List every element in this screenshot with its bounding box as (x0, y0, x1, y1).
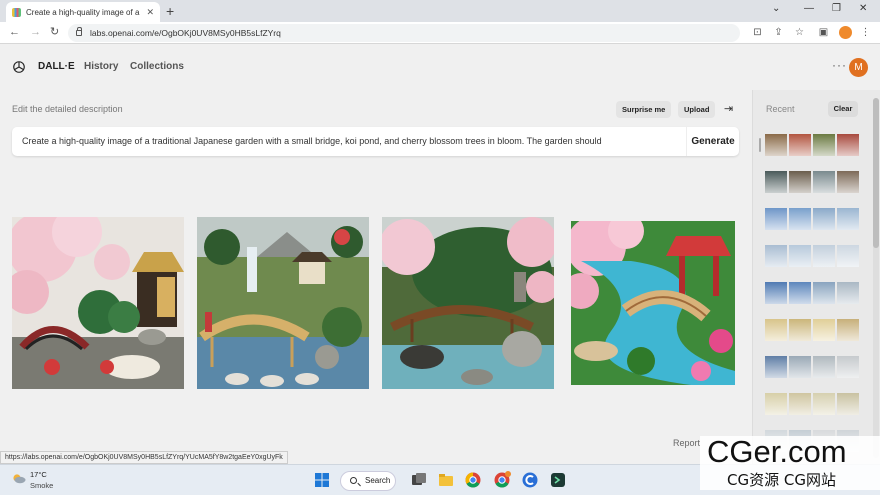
recent-thumbnail[interactable] (789, 319, 811, 341)
recent-thumbnail[interactable] (813, 208, 835, 230)
windows-start-icon[interactable] (313, 471, 331, 489)
chrome-icon[interactable] (464, 471, 482, 489)
search-icon (350, 477, 357, 484)
recent-thumbnail[interactable] (789, 245, 811, 267)
url-text: labs.openai.com/e/OgbOKj0UV8MSy0HB5sLfZY… (90, 28, 281, 38)
app-c-icon[interactable] (521, 471, 539, 489)
recent-thumbnail[interactable] (813, 319, 835, 341)
recent-thumbnail[interactable] (837, 208, 859, 230)
recent-thumbnail[interactable] (837, 134, 859, 156)
maximize-icon[interactable]: ❐ (832, 3, 841, 14)
weather-condition[interactable]: Smoke (30, 481, 53, 490)
recent-thumbnail[interactable] (789, 356, 811, 378)
edit-description-label: Edit the detailed description (12, 104, 123, 114)
url-field[interactable]: labs.openai.com/e/OgbOKj0UV8MSy0HB5sLfZY… (68, 24, 740, 42)
status-url-tooltip: https://labs.openai.com/e/OgbOKj0UV8MSy0… (0, 451, 288, 464)
openai-logo-icon (13, 61, 25, 73)
address-bar-row: ← → ↻ labs.openai.com/e/OgbOKj0UV8MSy0HB… (0, 22, 880, 44)
nav-collections[interactable]: Collections (130, 61, 184, 72)
surprise-me-button[interactable]: Surprise me (616, 101, 672, 118)
new-tab-button[interactable]: + (166, 3, 174, 19)
prompt-text[interactable]: Create a high-quality image of a traditi… (22, 136, 677, 146)
recent-thumbnail[interactable] (765, 208, 787, 230)
tab-strip: Create a high-quality image of a ✕ + ⌄ —… (0, 0, 880, 22)
minimize-icon[interactable]: — (804, 3, 814, 14)
watermark-subtitle: CG资源 CG网站 (727, 471, 836, 489)
weather-cloud-icon[interactable] (12, 472, 26, 484)
tab-title: Create a high-quality image of a (26, 7, 140, 17)
recent-thumbnail[interactable] (765, 171, 787, 193)
recent-thumbnail[interactable] (789, 393, 811, 415)
chrome-profile-icon[interactable] (493, 471, 511, 489)
close-tab-icon[interactable]: ✕ (146, 7, 154, 18)
recent-thumbnail[interactable] (813, 171, 835, 193)
share-icon[interactable]: ⇪ (773, 27, 784, 38)
recent-thumbnail[interactable] (837, 282, 859, 304)
recent-thumbnail[interactable] (789, 208, 811, 230)
recent-thumbnail[interactable] (813, 393, 835, 415)
recent-thumbnail[interactable] (813, 356, 835, 378)
recent-thumbnail[interactable] (765, 282, 787, 304)
panel-resize-handle[interactable] (759, 138, 761, 152)
prompt-input[interactable]: Create a high-quality image of a traditi… (12, 127, 739, 156)
collapse-panel-icon[interactable]: ⇥ (724, 102, 733, 115)
recent-thumbnail[interactable] (837, 245, 859, 267)
forward-arrow-icon[interactable]: → (30, 25, 41, 39)
recent-thumbnail[interactable] (837, 319, 859, 341)
close-window-icon[interactable]: ✕ (859, 3, 867, 14)
more-options-button[interactable]: ··· (832, 58, 847, 72)
result-image-3[interactable] (382, 217, 554, 389)
recent-thumbnail[interactable] (837, 393, 859, 415)
reload-icon[interactable]: ↻ (50, 25, 59, 39)
lock-icon (76, 27, 82, 36)
taskbar-search[interactable]: Search (340, 471, 396, 491)
bookmark-star-icon[interactable]: ☆ (794, 27, 805, 38)
recent-thumbnail[interactable] (837, 356, 859, 378)
install-app-icon[interactable]: ⊡ (752, 27, 763, 38)
recent-thumbnail[interactable] (765, 319, 787, 341)
result-image-1[interactable] (12, 217, 184, 389)
clear-button[interactable]: Clear (828, 101, 858, 117)
brand-title[interactable]: DALL·E (38, 61, 75, 72)
tab-search-chevron-icon[interactable]: ⌄ (772, 3, 780, 14)
recent-thumbnail[interactable] (765, 393, 787, 415)
sidebar-scrollbar[interactable] (873, 98, 879, 248)
back-arrow-icon[interactable]: ← (9, 25, 20, 39)
browser-tab[interactable]: Create a high-quality image of a ✕ (6, 2, 160, 22)
watermark-title: CGer.com (707, 434, 847, 469)
browser-profile-avatar[interactable] (839, 26, 852, 39)
recent-thumbnail[interactable] (813, 134, 835, 156)
recent-thumbnail[interactable] (813, 245, 835, 267)
app-header: DALL·E History Collections ··· M (0, 44, 880, 90)
recent-thumbnail[interactable] (765, 245, 787, 267)
recent-thumbnail[interactable] (789, 171, 811, 193)
recent-thumbnail[interactable] (765, 356, 787, 378)
result-image-2[interactable] (197, 217, 369, 389)
recent-thumbnail[interactable] (789, 134, 811, 156)
recent-title: Recent (766, 104, 795, 114)
generate-button[interactable]: Generate (686, 127, 739, 156)
report-link[interactable]: Report (673, 438, 700, 448)
dalle-favicon-icon (12, 7, 21, 17)
user-avatar[interactable]: M (849, 58, 868, 77)
recent-thumbnail[interactable] (789, 282, 811, 304)
terminal-app-icon[interactable] (549, 471, 567, 489)
taskbar-search-label: Search (365, 476, 391, 485)
recent-thumbnail[interactable] (813, 282, 835, 304)
side-panel-icon[interactable]: ▣ (818, 27, 829, 38)
recent-thumbnail[interactable] (765, 134, 787, 156)
weather-temperature[interactable]: 17°C (30, 470, 47, 479)
recent-sidebar: Recent Clear (752, 90, 880, 464)
file-explorer-icon[interactable] (437, 471, 455, 489)
task-view-icon[interactable] (410, 471, 428, 489)
recent-thumbnail[interactable] (837, 171, 859, 193)
nav-history[interactable]: History (84, 61, 118, 72)
result-image-4[interactable] (571, 221, 735, 385)
browser-menu-icon[interactable]: ⋮ (860, 27, 871, 38)
upload-button[interactable]: Upload (678, 101, 716, 118)
